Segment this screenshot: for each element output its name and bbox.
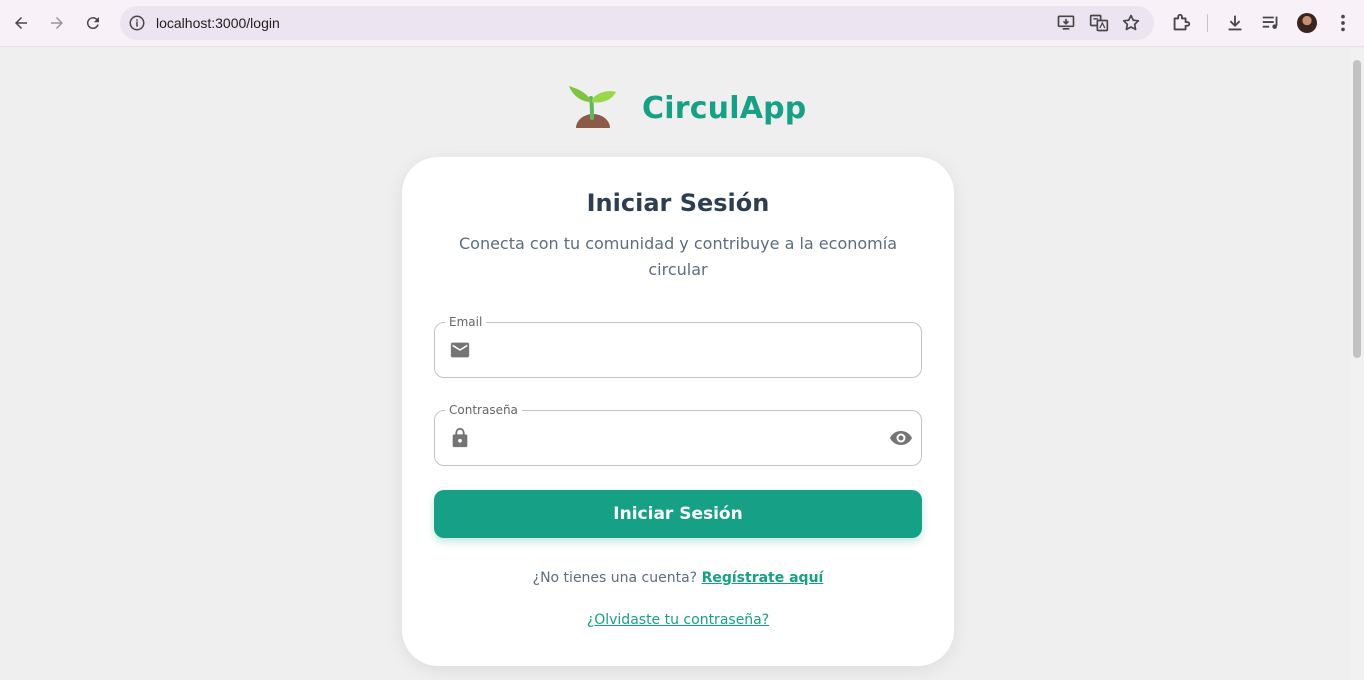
translate-icon[interactable]	[1089, 13, 1109, 33]
url-text[interactable]: localhost:3000/login	[156, 6, 280, 40]
email-input[interactable]	[483, 333, 867, 369]
signup-prompt: ¿No tienes una cuenta?	[532, 570, 698, 586]
star-icon[interactable]	[1121, 13, 1141, 33]
password-label: Contraseña	[445, 402, 522, 418]
browser-toolbar: localhost:3000/login	[0, 0, 1364, 47]
mail-icon	[450, 342, 470, 358]
address-bar[interactable]: localhost:3000/login	[120, 6, 1154, 40]
seedling-logo-icon	[569, 86, 616, 134]
forgot-password-link[interactable]: ¿Olvidaste tu contraseña?	[587, 612, 769, 628]
signup-row: ¿No tienes una cuenta? Regístrate aquí	[402, 570, 954, 586]
brand-header: CirculApp	[566, 82, 807, 134]
install-app-icon[interactable]	[1056, 13, 1076, 33]
signup-link[interactable]: Regístrate aquí	[702, 570, 824, 586]
toolbar-divider	[1207, 14, 1208, 32]
extensions-icon[interactable]	[1170, 12, 1192, 34]
login-subtitle: Conecta con tu comunidad y contribuye a …	[458, 234, 897, 279]
login-submit-button[interactable]: Iniciar Sesión	[434, 490, 922, 538]
eye-icon[interactable]	[889, 426, 913, 450]
arrow-left-icon	[15, 17, 27, 29]
reload-icon	[86, 17, 99, 30]
reload-button[interactable]	[81, 11, 105, 35]
arrow-right-icon	[51, 17, 63, 29]
site-info-icon[interactable]	[128, 14, 146, 32]
password-field[interactable]: Contraseña	[434, 402, 922, 466]
login-title: Iniciar Sesión	[586, 189, 770, 217]
login-card: Iniciar Sesión Conecta con tu comunidad …	[402, 157, 954, 666]
download-icon[interactable]	[1224, 12, 1246, 34]
scrollbar-thumb[interactable]	[1353, 60, 1361, 358]
brand-name: CirculApp	[642, 90, 807, 126]
password-input[interactable]	[483, 421, 867, 457]
more-menu-icon[interactable]	[1332, 12, 1354, 34]
forgot-password-row: ¿Olvidaste tu contraseña?	[402, 612, 954, 628]
forward-button[interactable]	[45, 11, 69, 35]
media-control-icon[interactable]	[1260, 12, 1282, 34]
profile-avatar[interactable]	[1297, 13, 1317, 33]
email-field[interactable]: Email	[434, 314, 922, 378]
back-button[interactable]	[9, 11, 33, 35]
email-label: Email	[445, 314, 487, 330]
lock-icon	[452, 427, 468, 448]
